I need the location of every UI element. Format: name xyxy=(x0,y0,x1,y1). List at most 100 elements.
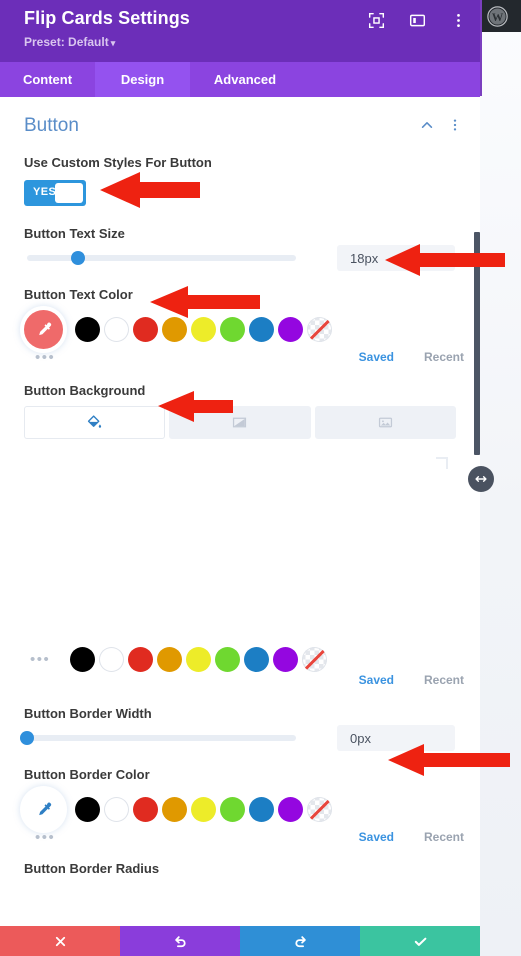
border-width-slider-knob[interactable] xyxy=(20,731,34,745)
swatch-yellow[interactable] xyxy=(191,317,216,342)
border-color-active-swatch[interactable] xyxy=(24,790,63,829)
focus-mode-icon[interactable] xyxy=(366,10,386,30)
swatch-purple[interactable] xyxy=(278,317,303,342)
swatch-orange[interactable] xyxy=(162,317,187,342)
eyedropper-icon xyxy=(38,322,51,335)
toggle-value-label: YES xyxy=(33,186,57,198)
text-size-slider[interactable] xyxy=(27,251,296,265)
undo-button[interactable] xyxy=(120,926,240,956)
discard-button[interactable] xyxy=(0,926,120,956)
background-color-meta: Saved Recent xyxy=(0,672,480,694)
background-swatch-row: ••• xyxy=(0,639,480,672)
text-size-value: 18px xyxy=(350,250,379,266)
background-type-tabs xyxy=(0,398,480,439)
saved-colors-link[interactable]: Saved xyxy=(359,830,394,844)
redo-button[interactable] xyxy=(240,926,360,956)
swatch-green[interactable] xyxy=(220,797,245,822)
saved-colors-link[interactable]: Saved xyxy=(359,673,394,687)
panel-layout-icon[interactable] xyxy=(407,10,427,30)
border-width-label: Button Border Width xyxy=(24,706,152,721)
border-radius-label: Button Border Radius xyxy=(24,861,160,876)
recent-colors-link[interactable]: Recent xyxy=(424,350,464,364)
chevron-up-icon[interactable] xyxy=(419,117,434,132)
swatch-white[interactable] xyxy=(99,647,125,672)
swatch-green[interactable] xyxy=(220,317,245,342)
text-color-meta: ••• Saved Recent xyxy=(0,349,480,371)
wordpress-logo-icon[interactable]: W xyxy=(486,5,508,27)
app-root: W Flip Cards Settings Preset: Default▾ xyxy=(0,0,521,956)
text-color-label: Button Text Color xyxy=(24,287,133,302)
border-width-value: 0px xyxy=(350,730,371,746)
toggle-knob xyxy=(55,183,83,203)
swatch-orange[interactable] xyxy=(157,647,183,672)
more-colors-icon[interactable]: ••• xyxy=(35,830,55,845)
section-tools xyxy=(419,117,462,132)
swatch-yellow[interactable] xyxy=(191,797,216,822)
swatch-black[interactable] xyxy=(70,647,96,672)
background-label: Button Background xyxy=(24,383,146,398)
swatch-black[interactable] xyxy=(75,797,100,822)
background-color-tab[interactable] xyxy=(24,406,166,439)
border-color-swatch-row xyxy=(0,782,480,829)
section-header-button: Button xyxy=(0,97,480,141)
swatch-purple[interactable] xyxy=(273,647,299,672)
swatch-red[interactable] xyxy=(133,797,158,822)
page-title: Flip Cards Settings xyxy=(24,8,190,28)
swatch-red[interactable] xyxy=(133,317,158,342)
undo-icon xyxy=(174,935,186,947)
text-size-label: Button Text Size xyxy=(24,226,125,241)
text-size-input[interactable]: 18px xyxy=(337,245,455,271)
module-settings-panel: Flip Cards Settings Preset: Default ▾ Co… xyxy=(0,0,480,956)
swatch-blue[interactable] xyxy=(249,317,274,342)
text-size-slider-knob[interactable] xyxy=(71,251,86,265)
background-image-tab[interactable] xyxy=(314,406,456,439)
swatch-blue[interactable] xyxy=(244,647,270,672)
swatch-transparent[interactable] xyxy=(307,797,332,822)
check-icon xyxy=(414,937,426,946)
border-width-slider-row: 0px xyxy=(0,721,480,755)
custom-styles-toggle-wrap: YES xyxy=(0,170,480,206)
swatch-red[interactable] xyxy=(128,647,154,672)
more-colors-icon[interactable]: ••• xyxy=(30,652,50,667)
more-colors-icon[interactable]: ••• xyxy=(35,350,55,365)
text-color-active-swatch[interactable] xyxy=(24,310,63,349)
swatch-transparent[interactable] xyxy=(307,317,332,342)
swatch-orange[interactable] xyxy=(162,797,187,822)
recent-colors-link[interactable]: Recent xyxy=(424,830,464,844)
settings-body: Button Use Custom Styles For Button YES … xyxy=(0,97,480,926)
swatch-black[interactable] xyxy=(75,317,100,342)
panel-header: Flip Cards Settings Preset: Default ▾ xyxy=(0,0,480,62)
border-width-slider[interactable] xyxy=(20,731,296,745)
more-options-icon[interactable] xyxy=(447,117,462,132)
swatch-green[interactable] xyxy=(215,647,241,672)
image-icon xyxy=(378,417,392,428)
svg-text:W: W xyxy=(491,11,503,23)
picker-corner-marker xyxy=(436,457,448,469)
background-gradient-tab[interactable] xyxy=(169,406,311,439)
swatch-yellow[interactable] xyxy=(186,647,212,672)
text-size-slider-row: 18px xyxy=(0,241,480,275)
panel-resize-handle[interactable] xyxy=(468,466,494,492)
save-button[interactable] xyxy=(360,926,480,956)
custom-styles-toggle[interactable]: YES xyxy=(24,180,86,206)
recent-colors-link[interactable]: Recent xyxy=(424,673,464,687)
tab-advanced[interactable]: Advanced xyxy=(190,62,300,97)
border-width-input[interactable]: 0px xyxy=(337,725,455,751)
more-options-icon[interactable] xyxy=(448,10,468,30)
tab-content[interactable]: Content xyxy=(0,62,95,97)
section-title: Button xyxy=(24,115,79,136)
color-picker-area[interactable] xyxy=(0,439,480,639)
preset-label: Preset: Default xyxy=(24,35,109,49)
tab-design[interactable]: Design xyxy=(95,62,190,97)
swatch-purple[interactable] xyxy=(278,797,303,822)
preset-selector[interactable]: Preset: Default ▾ xyxy=(24,35,115,49)
panel-edge-accent xyxy=(480,0,482,96)
swatch-white[interactable] xyxy=(104,797,129,822)
saved-colors-link[interactable]: Saved xyxy=(359,350,394,364)
gradient-icon xyxy=(233,417,247,428)
swatch-white[interactable] xyxy=(104,317,129,342)
swatch-blue[interactable] xyxy=(249,797,274,822)
swatch-transparent[interactable] xyxy=(302,647,328,672)
border-color-meta: ••• Saved Recent xyxy=(0,829,480,851)
panel-scrollbar[interactable] xyxy=(474,232,480,455)
